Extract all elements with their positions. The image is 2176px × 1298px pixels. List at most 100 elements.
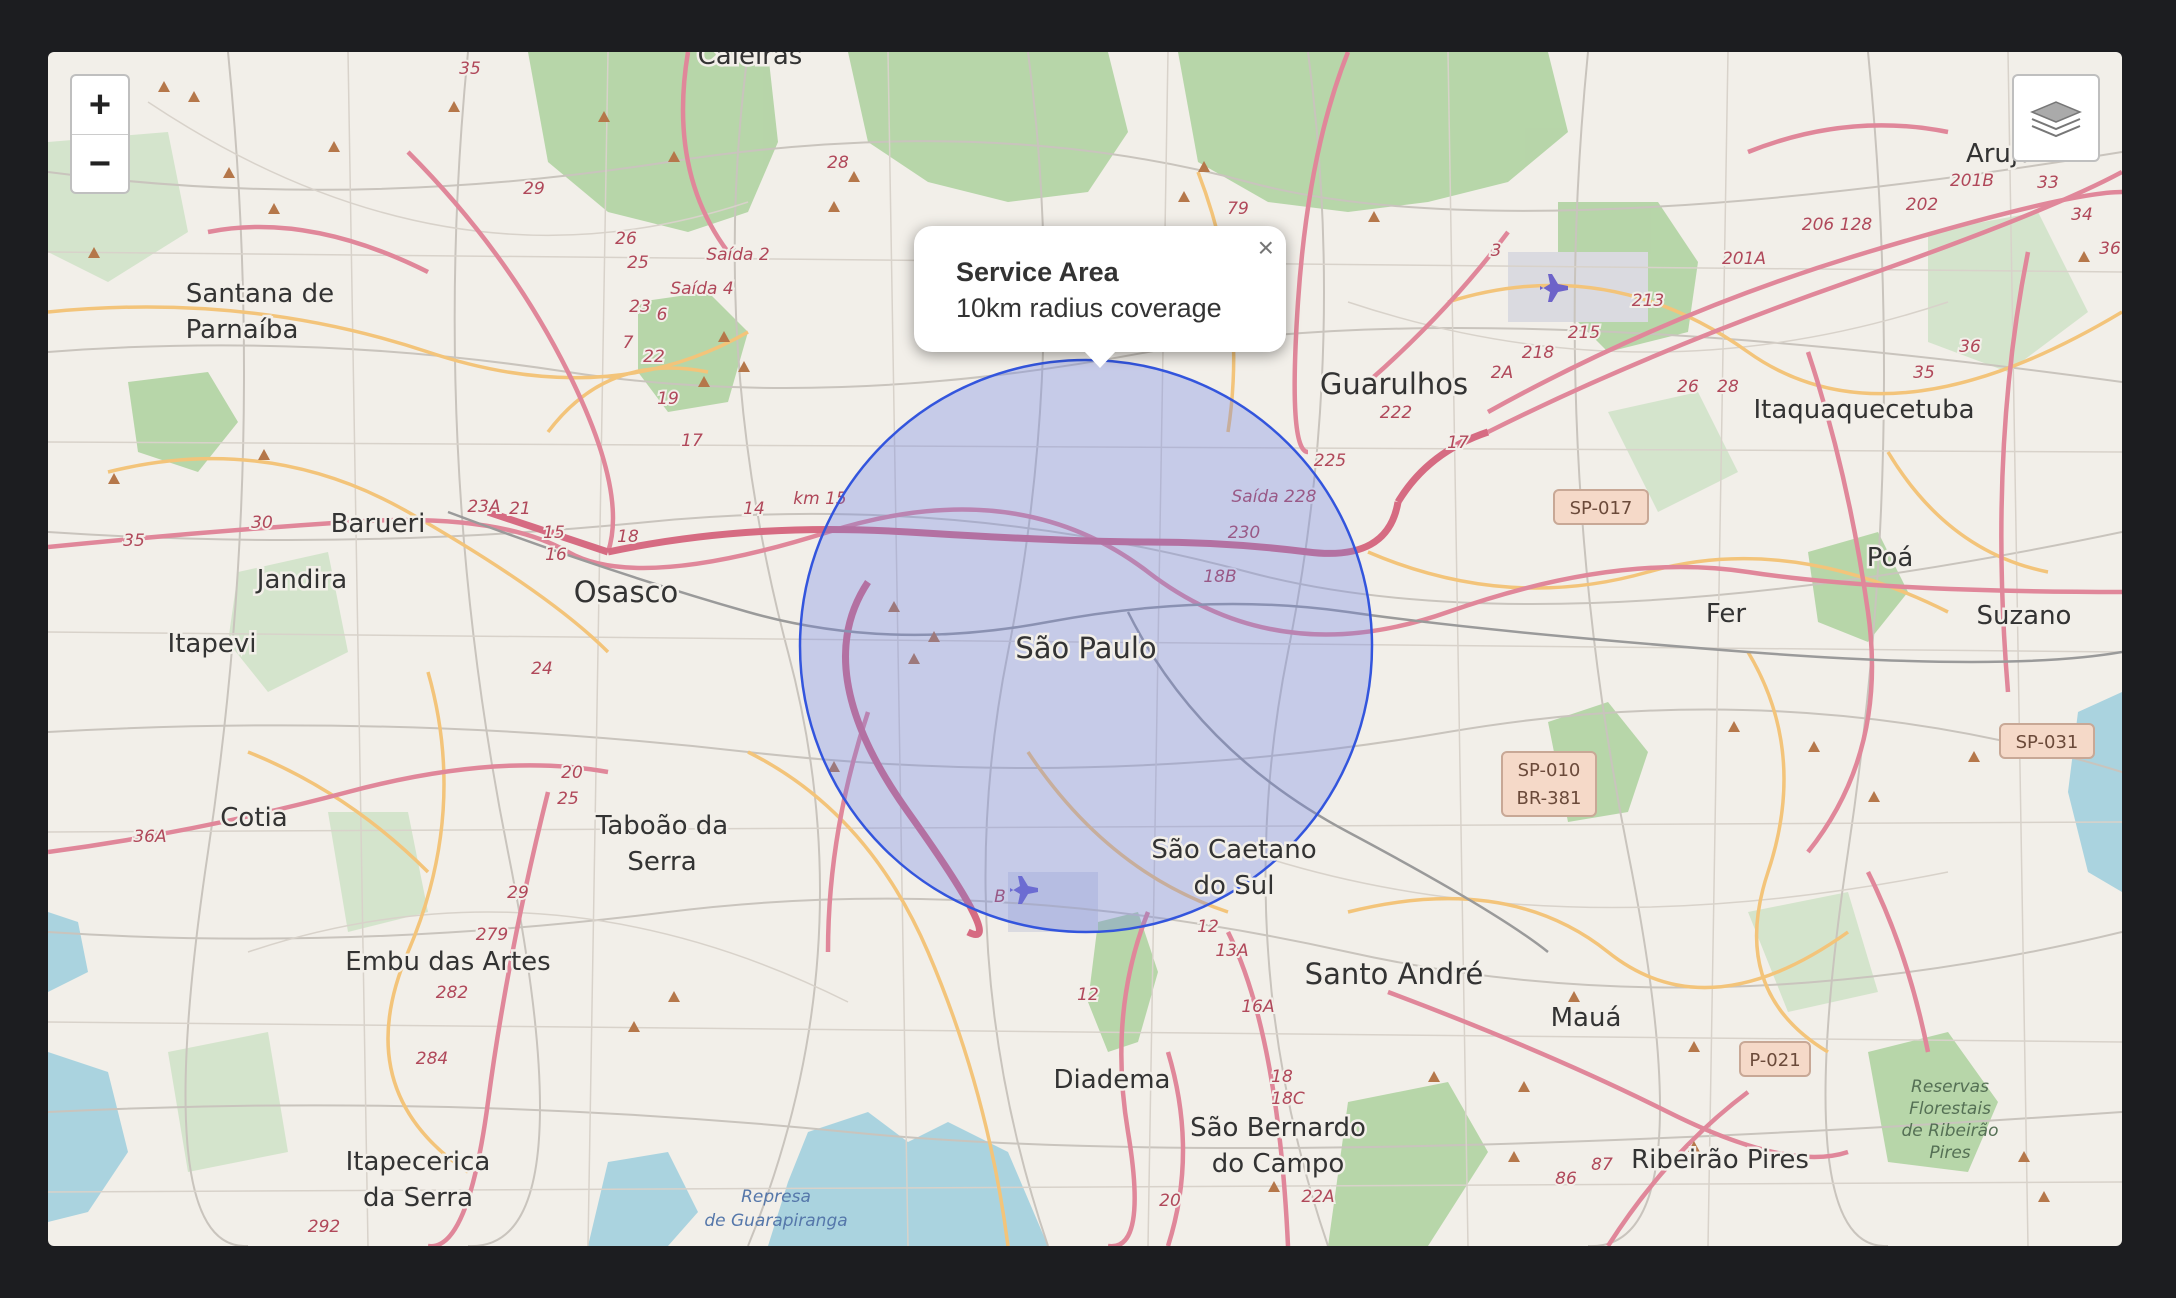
- shield-sp-031: SP-031: [2016, 732, 2079, 753]
- city-label: Embu das Artes: [345, 947, 550, 977]
- popup-tip: [1084, 351, 1116, 368]
- route-number: 213: [1632, 291, 1664, 311]
- route-number: 18: [617, 527, 639, 547]
- city-label: Guarulhos: [1320, 367, 1468, 401]
- route-number: 28: [1717, 377, 1739, 397]
- popup-description: 10km radius coverage: [956, 293, 1222, 323]
- popup-close-button[interactable]: ×: [1258, 234, 1274, 262]
- city-label: Poá: [1867, 543, 1914, 573]
- route-number: 16: [545, 545, 567, 565]
- route-number: 2A: [1491, 363, 1513, 383]
- route-number: 7: [623, 333, 634, 353]
- zoom-out-button[interactable]: −: [72, 135, 128, 192]
- park-label: de Ribeirão: [1902, 1121, 1999, 1141]
- city-label: Osasco: [574, 575, 679, 609]
- route-number: 12: [1197, 917, 1219, 937]
- city-label: Santo André: [1305, 957, 1484, 991]
- city-label: Fer: [1706, 599, 1747, 629]
- shield-p-021: P-021: [1749, 1050, 1800, 1071]
- shield-sp-017: SP-017: [1570, 498, 1633, 519]
- route-number: 16A: [1241, 997, 1274, 1017]
- route-number: 29: [507, 883, 529, 903]
- route-number: 17: [681, 431, 703, 451]
- water-label: de Guarapiranga: [704, 1211, 847, 1231]
- city-label: Itapecerica: [346, 1147, 491, 1177]
- route-number: 206: [1802, 215, 1835, 235]
- city-label: Taboão da: [595, 811, 728, 841]
- layers-icon: [2030, 101, 2082, 138]
- city-label: Jandira: [255, 565, 347, 595]
- route-number: 21: [509, 499, 531, 519]
- route-number: 13A: [1215, 941, 1248, 961]
- route-number: 15: [543, 523, 565, 543]
- route-number: 225: [1314, 451, 1346, 471]
- water-label: Represa: [741, 1187, 811, 1207]
- route-number: 201A: [1722, 249, 1766, 269]
- route-number: 215: [1568, 323, 1600, 343]
- route-number: 222: [1380, 403, 1412, 423]
- app-frame: SP-017 SP-010 BR-381 SP-031 P-021 35 29 …: [0, 0, 2176, 1298]
- park-label: Reservas: [1911, 1077, 1989, 1097]
- shield-br-381: BR-381: [1517, 788, 1582, 809]
- zoom-in-button[interactable]: +: [72, 76, 128, 135]
- route-number: 28: [827, 153, 849, 173]
- route-number: 18: [1271, 1067, 1293, 1087]
- route-number: 25: [557, 789, 579, 809]
- city-label: Parnaíba: [186, 315, 299, 345]
- route-number: 20: [561, 763, 583, 783]
- route-number: 34: [2071, 205, 2093, 225]
- route-number: 201B: [1950, 171, 1994, 191]
- route-number: 25: [627, 253, 649, 273]
- route-number: 29: [523, 179, 545, 199]
- route-number: 18C: [1271, 1089, 1305, 1109]
- route-number: 292: [308, 1217, 340, 1237]
- route-number: 26: [1677, 377, 1699, 397]
- route-number: 35: [123, 531, 145, 551]
- city-label: Itaquaquecetuba: [1753, 395, 1974, 425]
- popup-title: Service Area: [956, 257, 1119, 287]
- city-label: Itapevi: [168, 629, 257, 659]
- route-number: 35: [1913, 363, 1935, 383]
- city-label: Mauá: [1551, 1003, 1622, 1033]
- route-number: 17: [1447, 433, 1469, 453]
- layers-button[interactable]: [2012, 74, 2100, 162]
- route-number: 22A: [1301, 1187, 1334, 1207]
- route-number: 23: [629, 297, 651, 317]
- city-label: São Paulo: [1015, 631, 1156, 665]
- city-label: Barueri: [331, 509, 426, 539]
- route-number: 3: [1491, 241, 1502, 261]
- route-number: Saída 4: [670, 279, 733, 299]
- route-number: 282: [436, 983, 468, 1003]
- route-number: 22: [643, 347, 665, 367]
- map-canvas[interactable]: SP-017 SP-010 BR-381 SP-031 P-021 35 29 …: [48, 52, 2122, 1246]
- park-label: Florestais: [1909, 1099, 1991, 1119]
- route-number: 30: [251, 513, 273, 533]
- route-number: 128: [1840, 215, 1873, 235]
- city-label: Ribeirão Pires: [1631, 1145, 1809, 1175]
- route-number: 6: [657, 305, 668, 325]
- route-number: 86: [1555, 1169, 1577, 1189]
- route-number: 12: [1077, 985, 1099, 1005]
- city-label: da Serra: [363, 1183, 473, 1213]
- route-number: 26: [615, 229, 637, 249]
- route-number: 35: [459, 59, 481, 79]
- route-number: 284: [416, 1049, 448, 1069]
- route-number: Saída 2: [706, 245, 769, 265]
- city-label: Caieiras: [698, 52, 803, 71]
- route-number: 87: [1591, 1155, 1613, 1175]
- city-label: Cotia: [220, 803, 287, 833]
- route-number: 36A: [133, 827, 166, 847]
- route-number: 36: [2099, 239, 2121, 259]
- city-label: São Bernardo: [1190, 1113, 1366, 1143]
- map-popup: × Service Area 10km radius coverage: [914, 226, 1286, 368]
- route-number: 202: [1906, 195, 1938, 215]
- route-number: 19: [657, 389, 679, 409]
- route-number: 279: [476, 925, 508, 945]
- route-number: 20: [1159, 1191, 1181, 1211]
- city-label: Suzano: [1977, 601, 2072, 631]
- park-label: Pires: [1929, 1143, 1970, 1163]
- city-label: Diadema: [1054, 1065, 1171, 1095]
- city-label: do Sul: [1194, 871, 1275, 901]
- zoom-control: + −: [70, 74, 130, 194]
- city-label: Serra: [627, 847, 696, 877]
